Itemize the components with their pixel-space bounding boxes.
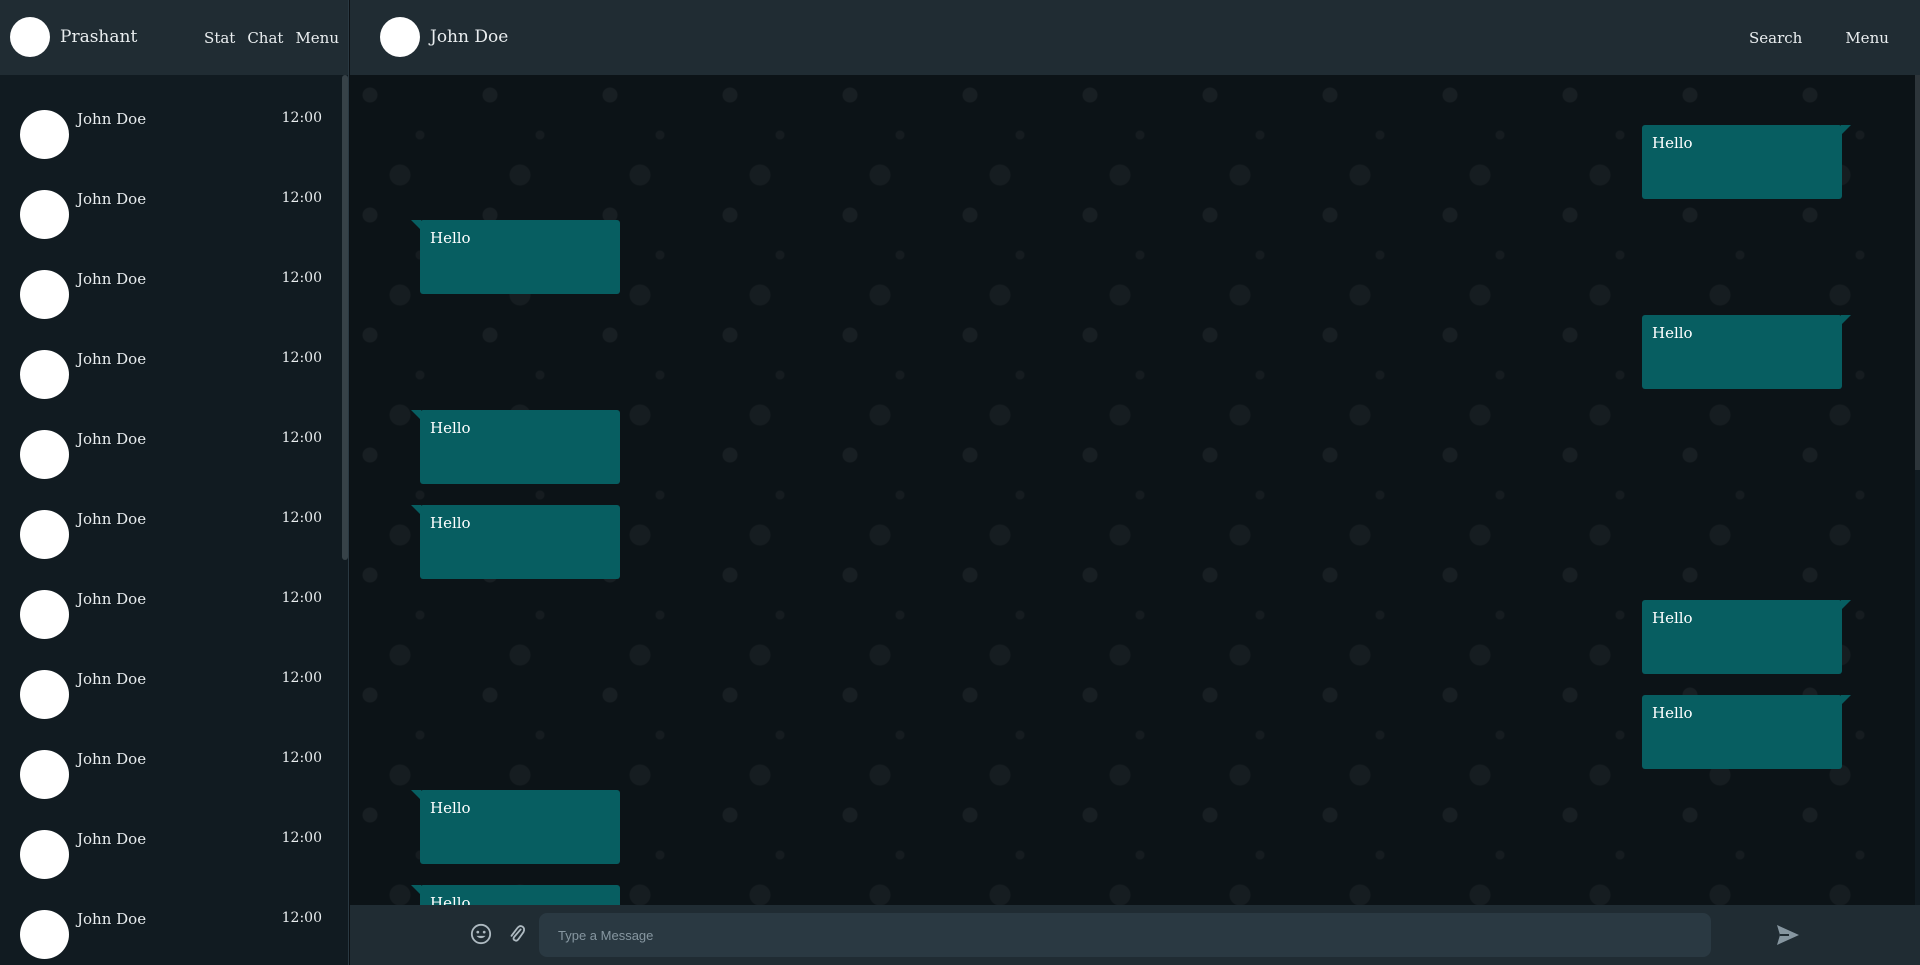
chat-time: 12:00 bbox=[281, 430, 322, 446]
chat-name: John Doe bbox=[77, 430, 147, 448]
search-button[interactable]: Search bbox=[1749, 29, 1802, 47]
chat-name: John Doe bbox=[77, 270, 147, 288]
user-avatar[interactable] bbox=[10, 17, 50, 57]
send-icon[interactable] bbox=[1775, 923, 1801, 947]
incoming-message: Hello bbox=[411, 885, 620, 905]
chat-list-item[interactable]: John Doe 12:00 bbox=[0, 635, 341, 719]
incoming-message: Hello bbox=[411, 790, 620, 864]
composer bbox=[350, 905, 1920, 965]
outgoing-message: Hello bbox=[1642, 125, 1851, 199]
sidebar-nav: Stat Chat Menu bbox=[204, 29, 339, 47]
chat-avatar bbox=[20, 830, 69, 879]
chat-list-item[interactable]: John Doe 12:00 bbox=[0, 875, 341, 959]
chat-name: John Doe bbox=[77, 910, 147, 928]
chat-time: 12:00 bbox=[281, 350, 322, 366]
chat-time: 12:00 bbox=[281, 670, 322, 686]
chat-name: John Doe bbox=[77, 190, 147, 208]
chat-time: 12:00 bbox=[281, 190, 322, 206]
conversation-menu-button[interactable]: Menu bbox=[1845, 29, 1889, 47]
chat-list-item[interactable]: John Doe 12:00 bbox=[0, 795, 341, 879]
chat-time: 12:00 bbox=[281, 750, 322, 766]
conversation-panel: John Doe Search Menu Hello Hello Hello Hell… bbox=[350, 0, 1920, 965]
message-scroll-thumb[interactable] bbox=[1915, 75, 1920, 470]
message-input[interactable] bbox=[539, 913, 1711, 957]
chat-time: 12:00 bbox=[281, 270, 322, 286]
outgoing-message: Hello bbox=[1642, 600, 1851, 674]
chat-list-item[interactable]: John Doe 12:00 bbox=[0, 395, 341, 479]
chat-avatar bbox=[20, 270, 69, 319]
chat-name: John Doe bbox=[77, 830, 147, 848]
chat-name: John Doe bbox=[77, 510, 147, 528]
contact-name: John Doe bbox=[430, 27, 509, 47]
chat-name: John Doe bbox=[77, 590, 147, 608]
chat-list-item[interactable]: John Doe 12:00 bbox=[0, 315, 341, 399]
chat-time: 12:00 bbox=[281, 910, 322, 926]
sidebar-header: Prashant Stat Chat Menu bbox=[0, 0, 348, 75]
sidebar-scroll-thumb[interactable] bbox=[342, 75, 348, 560]
chat-avatar bbox=[20, 670, 69, 719]
outgoing-message: Hello bbox=[1642, 695, 1851, 769]
emoji-icon[interactable] bbox=[470, 923, 492, 945]
chat-avatar bbox=[20, 190, 69, 239]
chat-list-item[interactable]: John Doe 12:00 bbox=[0, 155, 341, 239]
message-area[interactable]: Hello Hello Hello Hello Hello Hello Hello Hello… bbox=[350, 75, 1915, 905]
sidebar: Prashant Stat Chat Menu John Doe 12:00 Joh… bbox=[0, 0, 349, 965]
chat-list-item[interactable]: John Doe 12:00 bbox=[0, 235, 341, 319]
chat-name: John Doe bbox=[77, 670, 147, 688]
chat-time: 12:00 bbox=[281, 510, 322, 526]
message-scrollbar[interactable] bbox=[1915, 75, 1920, 905]
incoming-message: Hello bbox=[411, 220, 620, 294]
nav-chat[interactable]: Chat bbox=[247, 29, 283, 47]
sidebar-scrollbar[interactable] bbox=[341, 75, 348, 965]
chat-list-item[interactable]: John Doe 12:00 bbox=[0, 555, 341, 639]
chat-avatar bbox=[20, 590, 69, 639]
chat-list-item[interactable]: John Doe 12:00 bbox=[0, 715, 341, 799]
chat-name: John Doe bbox=[77, 110, 147, 128]
chat-list-item[interactable]: John Doe 12:00 bbox=[0, 475, 341, 559]
chat-avatar bbox=[20, 510, 69, 559]
chat-avatar bbox=[20, 750, 69, 799]
conversation-header: John Doe Search Menu bbox=[350, 0, 1920, 75]
chat-list: John Doe 12:00 John Doe 12:00 John Doe 12:00 J… bbox=[0, 75, 341, 965]
outgoing-message: Hello bbox=[1642, 315, 1851, 389]
chat-avatar bbox=[20, 350, 69, 399]
incoming-message: Hello bbox=[411, 410, 620, 484]
nav-menu[interactable]: Menu bbox=[295, 29, 339, 47]
conversation-nav: Search Menu bbox=[1749, 29, 1889, 47]
contact-avatar[interactable] bbox=[380, 17, 420, 57]
chat-avatar bbox=[20, 110, 69, 159]
chat-list-item[interactable]: John Doe 12:00 bbox=[0, 75, 341, 159]
chat-avatar bbox=[20, 910, 69, 959]
paperclip-icon[interactable] bbox=[507, 923, 527, 945]
chat-time: 12:00 bbox=[281, 590, 322, 606]
nav-stat[interactable]: Stat bbox=[204, 29, 235, 47]
chat-time: 12:00 bbox=[281, 110, 322, 126]
chat-name: John Doe bbox=[77, 750, 147, 768]
chat-time: 12:00 bbox=[281, 830, 322, 846]
incoming-message: Hello bbox=[411, 505, 620, 579]
chat-avatar bbox=[20, 430, 69, 479]
user-name: Prashant bbox=[60, 27, 138, 47]
chat-name: John Doe bbox=[77, 350, 147, 368]
